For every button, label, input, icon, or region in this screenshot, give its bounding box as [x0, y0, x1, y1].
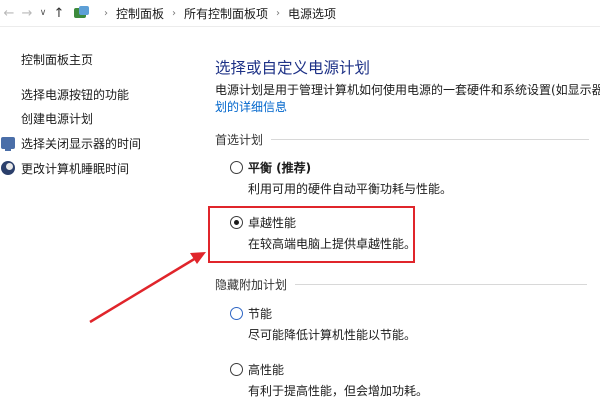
control-panel-icon [74, 6, 90, 20]
up-arrow-icon[interactable]: ↑ [50, 2, 68, 24]
sidebar-item-display-off-time[interactable]: 选择关闭显示器的时间 [21, 135, 141, 152]
preferred-plans-heading: 首选计划 [215, 131, 590, 148]
breadcrumb: › 控制面板 › 所有控制面板项 › 电源选项 [74, 5, 336, 22]
recent-locations-chevron-down-icon[interactable]: ∨ [36, 2, 50, 24]
sidebar-item-create-power-plan[interactable]: 创建电源计划 [21, 110, 93, 127]
plan-radio-power-saver[interactable] [230, 307, 243, 320]
hidden-plans-heading[interactable]: 隐藏附加计划 [215, 276, 588, 293]
plan-desc-high-performance: 有利于提高性能，但会增加功耗。 [248, 384, 429, 398]
preferred-plans-label: 首选计划 [215, 133, 264, 147]
breadcrumb-separator-icon[interactable]: › [104, 8, 108, 19]
breadcrumb-separator-icon[interactable]: › [172, 8, 176, 19]
divider [271, 139, 590, 140]
plan-name-power-saver[interactable]: 节能 [248, 305, 272, 322]
page-description: 电源计划是用于管理计算机如何使用电源的一套硬件和系统设置(如显示器 划的详细信息 [215, 82, 600, 116]
breadcrumb-separator-icon[interactable]: › [276, 8, 280, 19]
divider [295, 284, 588, 285]
highlight-box [208, 206, 415, 263]
description-text: 电源计划是用于管理计算机如何使用电源的一套硬件和系统设置(如显示器 [215, 83, 600, 97]
plan-desc-balanced: 利用可用的硬件自动平衡功耗与性能。 [248, 182, 453, 196]
plan-desc-power-saver: 尽可能降低计算机性能以节能。 [248, 328, 417, 342]
sidebar-item-control-panel-home[interactable]: 控制面板主页 [21, 51, 93, 68]
sidebar-item-sleep-time[interactable]: 更改计算机睡眠时间 [21, 160, 129, 177]
display-icon [1, 137, 15, 151]
breadcrumb-all-items[interactable]: 所有控制面板项 [184, 5, 268, 22]
address-bar: ← → ∨ ↑ › 控制面板 › 所有控制面板项 › 电源选项 [0, 0, 600, 27]
plan-radio-high-performance[interactable] [230, 363, 243, 376]
page-title: 选择或自定义电源计划 [215, 59, 371, 77]
sleep-icon [1, 161, 15, 175]
sidebar-item-power-button-function[interactable]: 选择电源按钮的功能 [21, 86, 129, 103]
forward-arrow-icon[interactable]: → [18, 2, 36, 24]
details-link[interactable]: 划的详细信息 [215, 100, 287, 114]
breadcrumb-control-panel[interactable]: 控制面板 [116, 5, 164, 22]
plan-name-balanced[interactable]: 平衡 (推荐) [248, 159, 311, 176]
plan-name-high-performance[interactable]: 高性能 [248, 361, 284, 378]
plan-radio-balanced[interactable] [230, 161, 243, 174]
hidden-plans-label[interactable]: 隐藏附加计划 [215, 276, 287, 293]
breadcrumb-power-options[interactable]: 电源选项 [288, 5, 336, 22]
back-arrow-icon[interactable]: ← [0, 2, 18, 24]
